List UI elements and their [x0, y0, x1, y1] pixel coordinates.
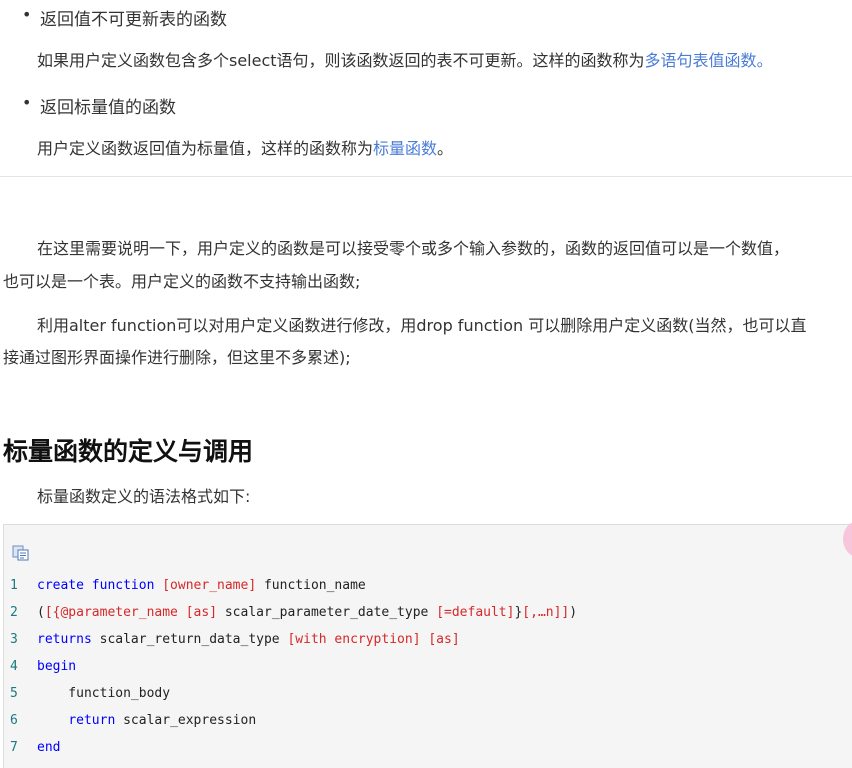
code-token: function_body [37, 686, 171, 701]
code-token: returns [37, 632, 92, 647]
section-heading: 标量函数的定义与调用 [3, 437, 254, 466]
code-line: 3 returns scalar_return_data_type [with e… [0, 630, 852, 650]
code-token: [as] [185, 605, 218, 620]
code-token: [as] [428, 632, 460, 647]
code-line: 6 return scalar_expression [0, 711, 852, 731]
code-text: function_body [37, 684, 170, 704]
line-number: 3 [10, 632, 18, 647]
code-token: [{@parameter_name [44, 605, 186, 620]
code-text: end [37, 738, 60, 758]
line-number: 5 [10, 686, 18, 701]
code-text: return scalar_expression [37, 711, 256, 731]
link-multi-statement-table-function[interactable]: 多语句表值函数 [645, 51, 757, 70]
paragraph-line: 在这里需要说明一下，用户定义的函数是可以接受零个或多个输入参数的，函数的返回值可… [37, 239, 790, 258]
code-token: ( [37, 605, 45, 620]
code-line: 7 end [0, 738, 852, 758]
paragraph-line: 接通过图形界面操作进行删除，但这里不多累述); [3, 348, 351, 367]
line-number: 1 [10, 578, 18, 593]
code-token: [with encryption] [287, 632, 421, 647]
code-token: [owner_name] [162, 578, 257, 593]
link-scalar-function[interactable]: 标量函数 [373, 139, 437, 158]
code-text: returns scalar_return_data_type [with en… [37, 630, 460, 650]
code-token: end [37, 740, 61, 755]
bullet-dot: • [22, 5, 32, 24]
code-text: create function [owner_name] function_na… [37, 576, 366, 596]
code-token: begin [37, 659, 77, 674]
paragraph-line: 利用alter function可以对用户定义函数进行修改，用drop func… [37, 316, 807, 335]
line-number: 4 [10, 659, 18, 674]
code-token: scalar_parameter_date_type [217, 605, 437, 620]
bullet-title: 返回标量值的函数 [40, 98, 176, 118]
code-token: return [68, 713, 116, 728]
code-token: scalar_expression [115, 713, 257, 728]
code-text: begin [37, 657, 76, 677]
paragraph-line: 也可以是一个表。用户定义的函数不支持输出函数; [3, 272, 361, 291]
code-token: [=default] [436, 605, 515, 620]
line-number: 7 [10, 740, 18, 755]
code-token: create function [37, 578, 163, 593]
section-intro: 标量函数定义的语法格式如下: [37, 487, 251, 506]
code-line: 5 function_body [0, 684, 852, 704]
code-line: 4 begin [0, 657, 852, 677]
code-text: ([{@parameter_name [as] scalar_parameter… [37, 603, 577, 623]
line-number: 6 [10, 713, 18, 728]
code-line: 2 ([{@parameter_name [as] scalar_paramete… [0, 603, 852, 623]
divider [0, 176, 852, 177]
code-token: ) [569, 605, 578, 620]
copy-icon[interactable] [12, 545, 30, 561]
bullet-dot: • [22, 93, 32, 112]
code-token: [,…n]] [522, 605, 570, 620]
line-number: 2 [10, 605, 18, 620]
code-line: 1 create function [owner_name] function_n… [0, 576, 852, 596]
bullet-description: 如果用户定义函数包含多个select语句，则该函数返回的表不可更新。这样的函数称… [37, 51, 773, 70]
code-token: scalar_return_data_type [91, 632, 288, 647]
bullet-title: 返回值不可更新表的函数 [40, 10, 227, 30]
bullet-description: 用户定义函数返回值为标量值，这样的函数称为标量函数。 [37, 139, 454, 158]
code-token: function_name [256, 578, 366, 593]
